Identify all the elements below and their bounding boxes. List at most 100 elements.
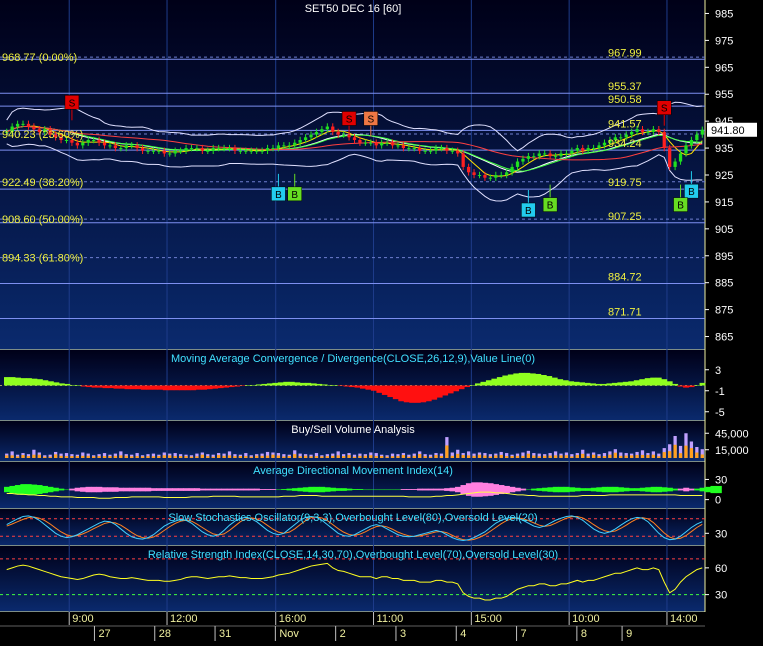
price-level-label: 967.99 bbox=[608, 47, 642, 59]
macd-histogram-bar bbox=[562, 380, 569, 386]
macd-histogram-bar bbox=[496, 377, 503, 386]
macd-histogram-bar bbox=[480, 381, 487, 386]
stochastic-y-tick-label: 30 bbox=[715, 528, 727, 540]
candle-body bbox=[581, 148, 585, 151]
volume-buy-bar bbox=[325, 456, 329, 458]
adx-di-area bbox=[188, 488, 195, 491]
volume-buy-bar bbox=[64, 456, 69, 458]
macd-histogram-bar bbox=[9, 377, 16, 386]
adx-di-area bbox=[286, 488, 293, 491]
macd-histogram-bar bbox=[190, 385, 197, 391]
fib-level-label: 940.23 (23.60%) bbox=[2, 129, 83, 141]
adx-di-area bbox=[52, 487, 59, 492]
macd-histogram-bar bbox=[628, 381, 635, 386]
price-level-label: 884.72 bbox=[608, 271, 642, 283]
adx-di-area bbox=[650, 486, 657, 493]
volume-buy-bar bbox=[336, 455, 340, 458]
volume-buy-bar bbox=[640, 454, 645, 458]
macd-histogram-bar bbox=[288, 381, 295, 386]
candle-body bbox=[423, 150, 427, 152]
price-y-tick-label: 885 bbox=[715, 278, 733, 290]
candle-body bbox=[662, 131, 666, 149]
volume-buy-bar bbox=[553, 455, 558, 458]
macd-histogram-bar bbox=[436, 385, 443, 398]
volume-buy-bar bbox=[102, 456, 107, 458]
macd-histogram-bar bbox=[600, 383, 607, 386]
volume-buy-bar bbox=[439, 455, 444, 458]
adx-di-area bbox=[340, 488, 347, 491]
adx-di-area bbox=[460, 485, 467, 495]
candle-body bbox=[385, 142, 389, 144]
macd-histogram-bar bbox=[584, 382, 591, 386]
macd-histogram-bar bbox=[343, 385, 350, 387]
chart-canvas[interactable]: SET50 DEC 16 [60] 98597596595594593592591… bbox=[0, 0, 763, 641]
price-y-tick-label: 905 bbox=[715, 224, 733, 236]
adx-di-area bbox=[563, 486, 570, 493]
adx-di-area bbox=[172, 488, 179, 491]
macd-histogram-bar bbox=[639, 379, 646, 386]
fib-level-label: 908.60 (50.00%) bbox=[2, 214, 83, 226]
rsi-y-tick-label: 60 bbox=[715, 563, 727, 575]
volume-buy-bar bbox=[5, 455, 9, 458]
macd-histogram-bar bbox=[557, 379, 564, 386]
adx-di-area bbox=[683, 487, 690, 492]
signal-marker-label: S bbox=[367, 114, 374, 125]
macd-histogram-bar bbox=[551, 377, 558, 386]
volume-buy-bar bbox=[369, 455, 373, 458]
candle-body bbox=[358, 140, 362, 143]
candle-body bbox=[238, 150, 243, 152]
panel-0-background bbox=[0, 0, 705, 350]
adx-di-area bbox=[705, 486, 711, 493]
volume-buy-bar bbox=[597, 456, 601, 458]
volume-buy-bar bbox=[456, 453, 460, 458]
volume-buy-bar bbox=[282, 456, 286, 458]
macd-histogram-bar bbox=[464, 385, 471, 388]
volume-buy-bar bbox=[390, 456, 395, 458]
candle-body bbox=[407, 148, 411, 150]
price-y-tick-label: 925 bbox=[715, 170, 733, 182]
candle-body bbox=[630, 131, 634, 135]
candle-body bbox=[695, 134, 699, 140]
volume-buy-bar bbox=[352, 456, 357, 458]
adx-di-area bbox=[536, 488, 543, 491]
volume-buy-bar bbox=[124, 455, 128, 458]
volume-buy-bar bbox=[15, 456, 20, 458]
macd-histogram-bar bbox=[403, 385, 410, 403]
adx-di-area bbox=[623, 487, 630, 492]
volume-buy-bar bbox=[461, 455, 465, 458]
adx-di-area bbox=[688, 488, 695, 491]
macd-histogram-bar bbox=[162, 385, 169, 391]
candle-body bbox=[86, 140, 90, 143]
volume-buy-bar bbox=[575, 455, 579, 458]
macd-histogram-bar bbox=[129, 385, 136, 390]
macd-y-tick-label: 3 bbox=[715, 365, 721, 377]
volume-buy-bar bbox=[75, 456, 79, 458]
volume-buy-bar bbox=[499, 454, 503, 458]
macd-histogram-bar bbox=[611, 382, 618, 386]
macd-histogram-bar bbox=[151, 385, 158, 390]
signal-marker-label: S bbox=[661, 104, 668, 115]
adx-di-area bbox=[205, 488, 211, 491]
volume-buy-bar bbox=[173, 456, 177, 458]
candle-body bbox=[189, 148, 194, 150]
volume-buy-bar bbox=[445, 445, 449, 458]
volume-buy-bar bbox=[380, 456, 384, 458]
adx-di-area bbox=[362, 489, 369, 491]
adx-di-area bbox=[656, 486, 663, 493]
macd-histogram-bar bbox=[442, 385, 449, 396]
candle-body bbox=[97, 140, 101, 143]
volume-buy-bar bbox=[494, 455, 498, 458]
volume-buy-bar bbox=[537, 456, 541, 458]
macd-histogram-bar bbox=[239, 385, 246, 387]
adx-di-area bbox=[31, 484, 38, 495]
adx-di-area bbox=[422, 488, 429, 491]
macd-histogram-bar bbox=[20, 378, 27, 386]
volume-buy-bar bbox=[168, 455, 172, 458]
candle-body bbox=[157, 150, 161, 152]
volume-buy-bar bbox=[146, 456, 150, 458]
macd-histogram-bar bbox=[359, 385, 366, 389]
adx-di-area bbox=[90, 486, 97, 493]
adx-di-area bbox=[520, 488, 527, 491]
volume-buy-bar bbox=[59, 455, 63, 458]
signal-marker-label: B bbox=[688, 187, 695, 198]
